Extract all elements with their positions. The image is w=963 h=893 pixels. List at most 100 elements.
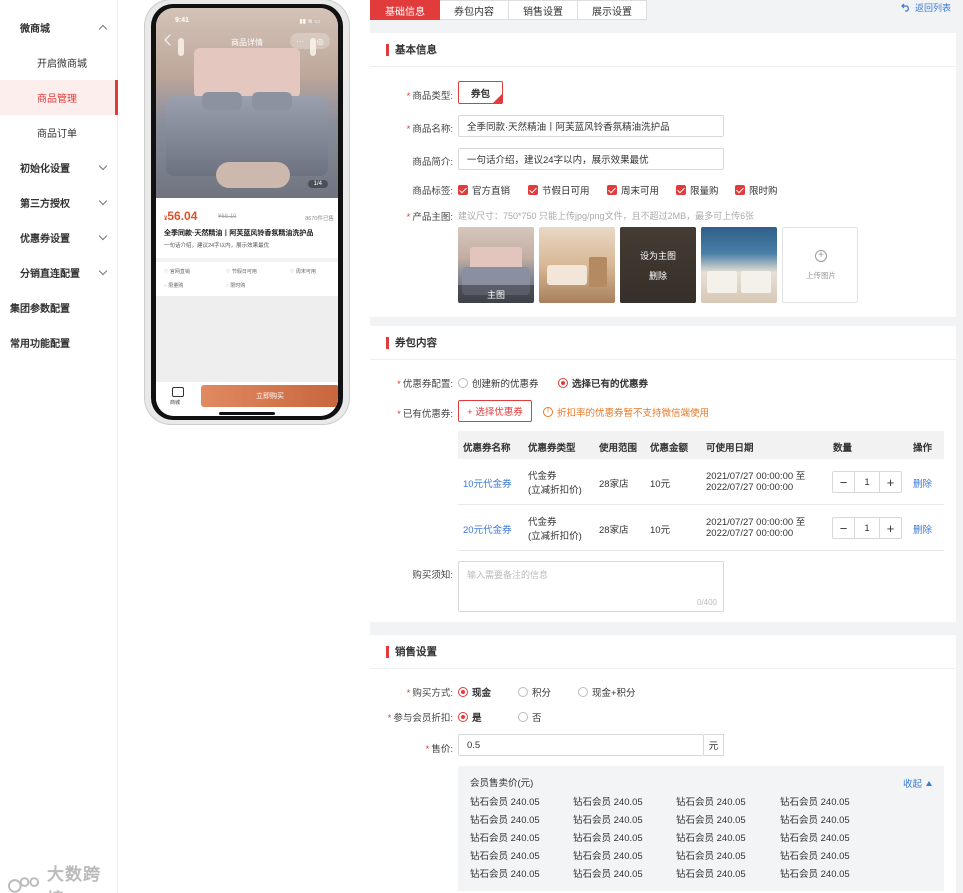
shop-icon[interactable]: [172, 387, 184, 397]
member-price-cell: 钻石会员 240.05: [573, 815, 643, 826]
coupon-date-end: 2022/07/27 00:00:00: [706, 482, 794, 493]
set-main-image-button[interactable]: 设为主图: [620, 249, 696, 262]
column-header: 优惠券名称: [463, 443, 511, 454]
sidebar-group-mall[interactable]: 微商城: [0, 10, 118, 45]
tag-checkbox[interactable]: 官方直销: [458, 183, 510, 197]
radio-select-existing-coupon[interactable]: 选择已有的优惠券: [558, 376, 648, 390]
member-price-title: 会员售卖价(元): [470, 778, 534, 789]
tag-checkbox[interactable]: 周末可用: [607, 183, 659, 197]
sidebar-group-coupons[interactable]: 优惠券设置: [0, 220, 118, 255]
product-intro-input[interactable]: 一句话介绍，建议24字以内，展示效果最优: [458, 148, 724, 170]
chevron-down-icon: [98, 161, 108, 171]
tab-package-content[interactable]: 券包内容: [440, 0, 509, 20]
buy-now-button[interactable]: 立即购买: [201, 385, 338, 407]
delete-coupon-button[interactable]: 删除: [913, 522, 932, 536]
radio-unchecked-icon: [458, 378, 468, 388]
quantity-value[interactable]: 1: [855, 472, 879, 492]
quantity-value[interactable]: 1: [855, 518, 879, 538]
minus-icon[interactable]: −: [833, 472, 855, 492]
checkbox-checked-icon: [676, 185, 686, 195]
char-counter: 0/400: [696, 598, 717, 607]
product-type-label: * 商品类型:: [406, 91, 453, 102]
column-header: 优惠券类型: [528, 443, 576, 454]
upload-image-button[interactable]: + 上传图片: [782, 227, 858, 303]
phone-screen: 9:41 ▮▮ ≋ ▭ 商品详情 ··· ◎ 1/4 ¥56.04 ¥68.10 …: [156, 8, 338, 416]
product-image-thumb[interactable]: [539, 227, 615, 303]
radio-cash-points[interactable]: 现金+积分: [578, 685, 636, 699]
checkbox-checked-icon: [735, 185, 745, 195]
product-intro-label: 商品简介:: [412, 157, 453, 168]
tab-sales-settings[interactable]: 销售设置: [509, 0, 578, 20]
radio-member-no[interactable]: 否: [518, 710, 542, 724]
mini-program-capsule[interactable]: ··· ◎: [290, 33, 330, 49]
column-header: 使用范围: [599, 443, 638, 454]
radio-checked-icon: [558, 378, 568, 388]
more-icon[interactable]: ···: [296, 37, 304, 46]
back-to-list-link[interactable]: 返回列表: [901, 0, 951, 14]
member-price-cell: 钻石会员 240.05: [470, 797, 540, 808]
product-image-thumb[interactable]: 主图: [458, 227, 534, 303]
coupon-type: 代金券: [528, 471, 557, 482]
chevron-up-icon: [98, 24, 108, 34]
tag-checkbox[interactable]: 限时购: [735, 183, 778, 197]
sidebar-item-common-functions[interactable]: 常用功能配置: [0, 325, 118, 360]
member-price-cell: 钻石会员 240.05: [676, 851, 746, 862]
radio-points[interactable]: 积分: [518, 685, 551, 699]
sidebar-group-distribution[interactable]: 分销直连配置: [0, 255, 118, 290]
radio-member-yes[interactable]: 是: [458, 710, 482, 724]
preview-bottom-bar: 商城 立即购买: [156, 382, 338, 416]
sidebar-item-group-params[interactable]: 集团参数配置: [0, 290, 118, 325]
member-price-cell: 钻石会员 240.05: [780, 797, 850, 808]
product-image-thumb[interactable]: [701, 227, 777, 303]
radio-create-new-coupon[interactable]: 创建新的优惠券: [458, 376, 539, 390]
sidebar-item-product-orders[interactable]: 商品订单: [0, 115, 118, 150]
tag-checkbox[interactable]: 限量购: [676, 183, 719, 197]
plus-icon[interactable]: +: [879, 472, 901, 492]
coupon-type: 代金券: [528, 517, 557, 528]
member-price-cell: 钻石会员 240.05: [676, 797, 746, 808]
tab-basic-info[interactable]: 基础信息: [370, 0, 440, 20]
main-content: 基础信息 券包内容 销售设置 展示设置 返回列表 基本信息 * 商品类型: 券包 …: [370, 0, 963, 893]
coupon-date-start: 2021/07/27 00:00:00 至: [706, 471, 806, 482]
main-image-caption: 主图: [458, 285, 534, 303]
price-row: ¥56.04 ¥68.10 8670件已售: [164, 209, 334, 223]
plus-icon[interactable]: +: [879, 518, 901, 538]
member-price-cell: 钻石会员 240.05: [573, 851, 643, 862]
member-price-cell: 钻石会员 240.05: [780, 833, 850, 844]
select-coupon-button[interactable]: + 选择优惠券: [458, 400, 532, 422]
quantity-stepper[interactable]: − 1 +: [832, 517, 902, 539]
product-type-option[interactable]: 券包: [458, 81, 503, 104]
sidebar-group-init[interactable]: 初始化设置: [0, 150, 118, 185]
sales-settings-card: 销售设置 * 购买方式: 现金 积分 现金+积分 * 参与会员折扣: 是 否 * 售价…: [370, 635, 956, 893]
member-price-cell: 钻石会员 240.05: [470, 851, 540, 862]
column-header: 数量: [833, 443, 853, 454]
tag-checkbox[interactable]: 节假日可用: [528, 183, 590, 197]
member-price-cell: 钻石会员 240.05: [780, 869, 850, 880]
purchase-notice-textarea[interactable]: 输入需要备注的信息 0/400: [458, 561, 724, 612]
watermark-logo-icon: [8, 877, 40, 893]
coupon-name-link[interactable]: 20元代金券: [463, 522, 512, 536]
plus-circle-icon: +: [815, 250, 827, 262]
quantity-stepper[interactable]: − 1 +: [832, 471, 902, 493]
price-input[interactable]: 0.5: [458, 734, 704, 756]
radio-cash[interactable]: 现金: [458, 685, 491, 699]
purchase-notice-label: 购买须知:: [412, 570, 453, 581]
sidebar-group-third-party[interactable]: 第三方授权: [0, 185, 118, 220]
minus-icon[interactable]: −: [833, 518, 855, 538]
section-heading: 基本信息: [370, 33, 956, 67]
sidebar-item-product-management[interactable]: 商品管理: [0, 80, 118, 115]
coupon-name-link[interactable]: 10元代金券: [463, 476, 512, 490]
basic-info-card: 基本信息 * 商品类型: 券包 * 商品名称: 全季同款·天然精油丨阿芙蓝风铃香氛精…: [370, 33, 956, 317]
delete-coupon-button[interactable]: 删除: [913, 476, 932, 490]
delete-image-button[interactable]: 删除: [620, 269, 696, 282]
product-name-input[interactable]: 全季同款·天然精油丨阿芙蓝风铃香氛精油洗护品: [458, 115, 724, 137]
tab-display-settings[interactable]: 展示设置: [578, 0, 647, 20]
close-target-icon[interactable]: ◎: [317, 37, 324, 46]
product-image-thumb-hover[interactable]: 设为主图 删除: [620, 227, 696, 303]
preview-original-price: ¥68.10: [218, 214, 237, 220]
sidebar-item-open-mall[interactable]: 开启微商城: [0, 45, 118, 80]
collapse-toggle[interactable]: 收起: [903, 776, 932, 790]
preview-sold-count: 8670件已售: [305, 216, 334, 222]
member-price-panel: 会员售卖价(元) 收起 钻石会员 240.05 钻石会员 240.05 钻石会员 2…: [458, 766, 944, 891]
checkbox-checked-icon: [458, 185, 468, 195]
